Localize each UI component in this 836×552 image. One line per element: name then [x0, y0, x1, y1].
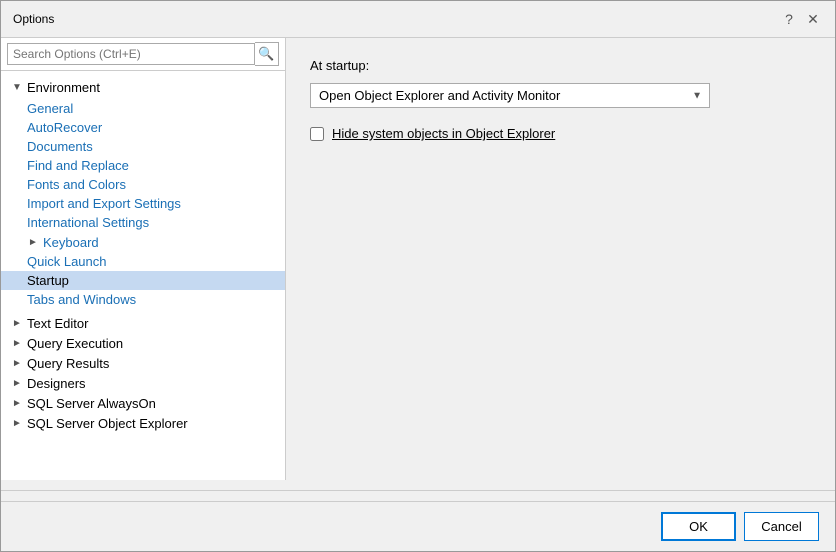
- expand-arrow-keyboard: ►: [25, 234, 41, 250]
- tree-label-fonts-colors: Fonts and Colors: [27, 177, 126, 192]
- tree-row-fonts-colors[interactable]: Fonts and Colors: [1, 175, 285, 194]
- search-input[interactable]: [7, 43, 255, 65]
- tree-row-tabs-windows[interactable]: Tabs and Windows: [1, 290, 285, 309]
- tree-row-environment[interactable]: ▼ Environment: [1, 77, 285, 97]
- hide-system-objects-row: Hide system objects in Object Explorer: [310, 126, 811, 141]
- expand-arrow-text-editor: ►: [9, 315, 25, 331]
- tree-label-sql-object-explorer: SQL Server Object Explorer: [27, 416, 188, 431]
- dialog-content: 🔍 ▼ Environment General AutoRecover: [1, 38, 835, 480]
- expand-arrow-query-execution: ►: [9, 335, 25, 351]
- dialog-title: Options: [13, 12, 54, 26]
- tree-row-designers[interactable]: ► Designers: [1, 373, 285, 393]
- tree-label-import-export: Import and Export Settings: [27, 196, 181, 211]
- ok-button[interactable]: OK: [661, 512, 736, 541]
- expand-arrow-query-results: ►: [9, 355, 25, 371]
- tree-row-query-results[interactable]: ► Query Results: [1, 353, 285, 373]
- tree-label-international: International Settings: [27, 215, 149, 230]
- close-button[interactable]: ✕: [803, 9, 823, 29]
- tree-label-find-replace: Find and Replace: [27, 158, 129, 173]
- tree-item-environment: ▼ Environment General AutoRecover Docume…: [1, 75, 285, 313]
- startup-select-wrapper: Open Object Explorer and Activity Monito…: [310, 83, 710, 108]
- tree-row-find-replace[interactable]: Find and Replace: [1, 156, 285, 175]
- left-panel: 🔍 ▼ Environment General AutoRecover: [1, 38, 286, 480]
- tree-children-environment: General AutoRecover Documents Find and R…: [1, 97, 285, 311]
- right-panel: At startup: Open Object Explorer and Act…: [286, 38, 835, 480]
- expand-arrow-designers: ►: [9, 375, 25, 391]
- tree-label-sql-alwayson: SQL Server AlwaysOn: [27, 396, 156, 411]
- tree-row-international[interactable]: International Settings: [1, 213, 285, 232]
- tree-view: ▼ Environment General AutoRecover Docume…: [1, 71, 285, 480]
- tree-row-autorecover[interactable]: AutoRecover: [1, 118, 285, 137]
- tree-label-autorecover: AutoRecover: [27, 120, 102, 135]
- title-bar-controls: ? ✕: [779, 9, 823, 29]
- title-bar: Options ? ✕: [1, 1, 835, 38]
- expand-arrow-environment: ▼: [9, 79, 25, 95]
- bottom-divider: [1, 490, 835, 491]
- tree-label-general: General: [27, 101, 73, 116]
- tree-label-documents: Documents: [27, 139, 93, 154]
- hide-system-objects-checkbox[interactable]: [310, 127, 324, 141]
- bottom-bar: OK Cancel: [1, 501, 835, 551]
- tree-label-quick-launch: Quick Launch: [27, 254, 107, 269]
- tree-label-tabs-windows: Tabs and Windows: [27, 292, 136, 307]
- at-startup-label: At startup:: [310, 58, 811, 73]
- hide-system-objects-label: Hide system objects in Object Explorer: [332, 126, 555, 141]
- tree-row-quick-launch[interactable]: Quick Launch: [1, 252, 285, 271]
- tree-label-text-editor: Text Editor: [27, 316, 88, 331]
- help-button[interactable]: ?: [779, 9, 799, 29]
- tree-label-environment: Environment: [27, 80, 100, 95]
- tree-label-query-results: Query Results: [27, 356, 109, 371]
- expand-arrow-sql-object-explorer: ►: [9, 415, 25, 431]
- tree-row-sql-object-explorer[interactable]: ► SQL Server Object Explorer: [1, 413, 285, 433]
- options-dialog: Options ? ✕ 🔍 ▼ Environment: [0, 0, 836, 552]
- tree-label-designers: Designers: [27, 376, 86, 391]
- cancel-button[interactable]: Cancel: [744, 512, 819, 541]
- startup-dropdown-row: Open Object Explorer and Activity Monito…: [310, 83, 811, 108]
- tree-row-query-execution[interactable]: ► Query Execution: [1, 333, 285, 353]
- tree-row-keyboard[interactable]: ► Keyboard: [1, 232, 285, 252]
- tree-row-import-export[interactable]: Import and Export Settings: [1, 194, 285, 213]
- tree-label-startup: Startup: [27, 273, 69, 288]
- tree-row-startup[interactable]: Startup: [1, 271, 285, 290]
- tree-row-sql-alwayson[interactable]: ► SQL Server AlwaysOn: [1, 393, 285, 413]
- hide-label-underlined: Hide system objects in Object Explorer: [332, 126, 555, 141]
- tree-label-query-execution: Query Execution: [27, 336, 123, 351]
- tree-row-documents[interactable]: Documents: [1, 137, 285, 156]
- expand-arrow-sql-alwayson: ►: [9, 395, 25, 411]
- tree-row-general[interactable]: General: [1, 99, 285, 118]
- tree-label-keyboard: Keyboard: [43, 235, 99, 250]
- search-icon-button[interactable]: 🔍: [255, 42, 279, 66]
- startup-select[interactable]: Open Object Explorer and Activity Monito…: [310, 83, 710, 108]
- search-bar: 🔍: [1, 38, 285, 71]
- tree-row-text-editor[interactable]: ► Text Editor: [1, 313, 285, 333]
